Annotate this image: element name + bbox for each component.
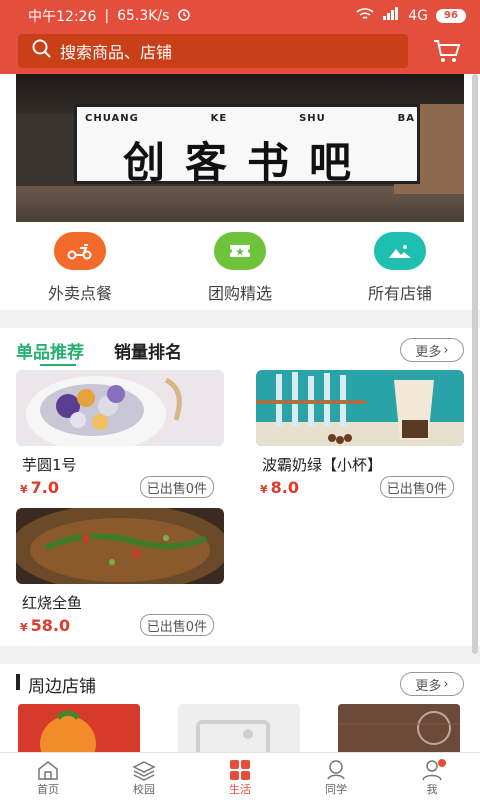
shops-section-header: 周边店铺 更多 › [0, 664, 480, 704]
quick-entries: 外卖点餐 团购精选 所有店铺 [0, 222, 480, 308]
wifi-icon [356, 7, 374, 25]
product-name: 芋圆1号 [22, 456, 77, 474]
product-name: 红烧全鱼 [22, 594, 83, 612]
search-icon [32, 39, 52, 63]
scooter-icon [54, 232, 106, 270]
grid-icon [230, 760, 250, 780]
product-card[interactable]: 红烧全鱼 ¥58.0 已出售0件 [16, 508, 224, 636]
shop-card[interactable] [338, 704, 460, 754]
product-card[interactable]: 芋圆1号 ¥7.0 已出售0件 [16, 370, 224, 498]
product-card[interactable]: 波霸奶绿【小杯】 ¥8.0 已出售0件 [256, 370, 464, 498]
chevron-right-icon: › [443, 676, 449, 692]
image-placeholder-icon [178, 704, 300, 754]
shop-card[interactable] [18, 704, 140, 754]
tab-campus[interactable]: 校园 [96, 753, 192, 800]
section-divider [0, 646, 480, 664]
product-price: ¥7.0 [20, 478, 59, 497]
banner-sign: CHUANG KE SHU BA 创客书吧 [74, 104, 420, 187]
scrollbar[interactable] [472, 74, 478, 654]
search-input[interactable]: 搜索商品、店铺 [18, 34, 408, 68]
status-bar: 中午12:26 | 65.3K/s 4G 96 [0, 0, 480, 32]
banner-pinyin: CHUANG KE SHU BA [85, 113, 415, 124]
cart-icon[interactable] [432, 38, 462, 64]
tab-sales-ranking[interactable]: 销量排名 [114, 338, 182, 363]
sold-count-badge: 已出售0件 [139, 614, 214, 636]
quick-groupbuy[interactable]: 团购精选 [160, 222, 320, 308]
classmates-icon [327, 760, 345, 780]
tab-me[interactable]: 我 [384, 753, 480, 800]
campus-icon [132, 761, 156, 781]
product-image [16, 370, 224, 446]
section-divider [0, 310, 480, 328]
promo-banner[interactable]: CHUANG KE SHU BA 创客书吧 [16, 74, 464, 222]
quick-takeout[interactable]: 外卖点餐 [0, 222, 160, 308]
banner-title: 创客书吧 [122, 138, 371, 187]
tab-classmates[interactable]: 同学 [288, 753, 384, 800]
signal-icon [382, 7, 400, 25]
product-image [16, 508, 224, 584]
mountain-image-icon [374, 232, 426, 270]
alarm-icon [177, 7, 191, 25]
products-more-button[interactable]: 更多 › [400, 338, 464, 362]
product-image [256, 370, 464, 446]
shop-card[interactable] [178, 704, 300, 754]
product-name: 波霸奶绿【小杯】 [262, 456, 383, 474]
products-section-header: 单品推荐 销量排名 更多 › [0, 330, 480, 370]
quick-label: 外卖点餐 [47, 284, 112, 303]
shops-section-title: 周边店铺 [28, 677, 96, 697]
shops-more-button[interactable]: 更多 › [400, 672, 464, 696]
notification-dot [438, 759, 446, 767]
sold-count-badge: 已出售0件 [379, 476, 454, 498]
nearby-shops-row [0, 704, 480, 754]
product-price: ¥58.0 [20, 616, 71, 635]
tab-life[interactable]: 生活 [192, 753, 288, 800]
network-type: 4G [408, 8, 428, 24]
chevron-right-icon: › [443, 342, 449, 358]
quick-label: 团购精选 [207, 284, 272, 303]
search-placeholder: 搜索商品、店铺 [60, 43, 173, 62]
status-speed: 65.3K/s [117, 8, 170, 24]
ticket-icon [214, 232, 266, 270]
quick-allshops[interactable]: 所有店铺 [320, 222, 480, 308]
sold-count-badge: 已出售0件 [139, 476, 214, 498]
battery-icon: 96 [436, 9, 466, 23]
status-time: 中午12:26 [28, 9, 97, 25]
top-header: 搜索商品、店铺 [0, 32, 480, 74]
section-title-bar [16, 674, 20, 690]
tab-recommended[interactable]: 单品推荐 [16, 338, 84, 366]
tab-home[interactable]: 首页 [0, 753, 96, 800]
bottom-tab-bar: 首页 校园 生活 同学 我 [0, 752, 480, 800]
home-icon [38, 761, 58, 780]
quick-label: 所有店铺 [367, 284, 432, 303]
product-price: ¥8.0 [260, 478, 299, 497]
